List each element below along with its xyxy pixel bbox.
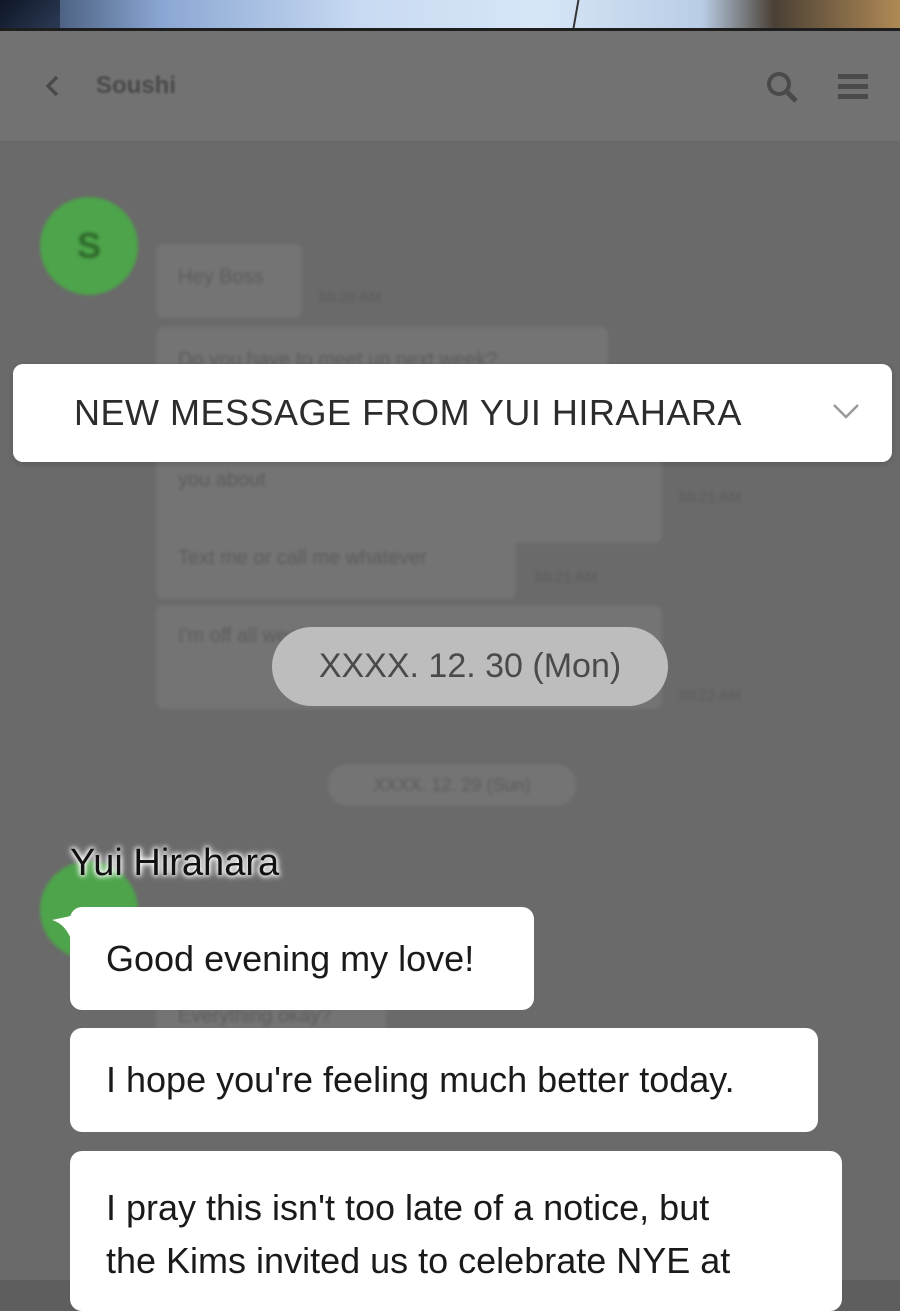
top-bar: Soushi xyxy=(0,31,900,142)
message-bubble[interactable]: I pray this isn't too late of a notice, … xyxy=(70,1151,842,1311)
bg-date-chip: XXXX. 12. 29 (Sun) xyxy=(328,764,576,806)
art-hair xyxy=(0,0,60,28)
menu-icon[interactable] xyxy=(836,71,870,103)
date-divider: XXXX. 12. 30 (Mon) xyxy=(272,627,668,706)
bg-message-time: 10:20 AM xyxy=(318,289,382,306)
sender-name: Yui Hirahara xyxy=(70,842,280,884)
bg-message-time: 10:22 AM xyxy=(678,687,742,704)
message-bubble[interactable]: I hope you're feeling much better today. xyxy=(70,1028,818,1132)
contact-name: Soushi xyxy=(96,72,177,99)
message-line: I pray this isn't too late of a notice, … xyxy=(106,1187,710,1228)
chevron-down-icon[interactable] xyxy=(830,399,862,423)
message-line: the Kims invited us to celebrate NYE at xyxy=(106,1240,731,1281)
bg-message-time: 10:21 AM xyxy=(534,569,598,586)
bg-message: Text me or call me whatever xyxy=(156,525,516,599)
bg-message-time: 10:21 AM xyxy=(678,489,742,506)
avatar: S xyxy=(40,197,138,295)
bg-message: Hey Boss xyxy=(156,244,302,318)
back-arrow-icon[interactable] xyxy=(40,73,66,99)
search-icon[interactable] xyxy=(764,69,800,105)
notification-text: NEW MESSAGE FROM YUI HIRAHARA xyxy=(74,392,742,433)
new-message-notification[interactable]: NEW MESSAGE FROM YUI HIRAHARA xyxy=(13,364,892,462)
art-line xyxy=(572,0,583,28)
comic-art-strip xyxy=(0,0,900,31)
message-bubble[interactable]: Good evening my love! xyxy=(70,907,534,1010)
